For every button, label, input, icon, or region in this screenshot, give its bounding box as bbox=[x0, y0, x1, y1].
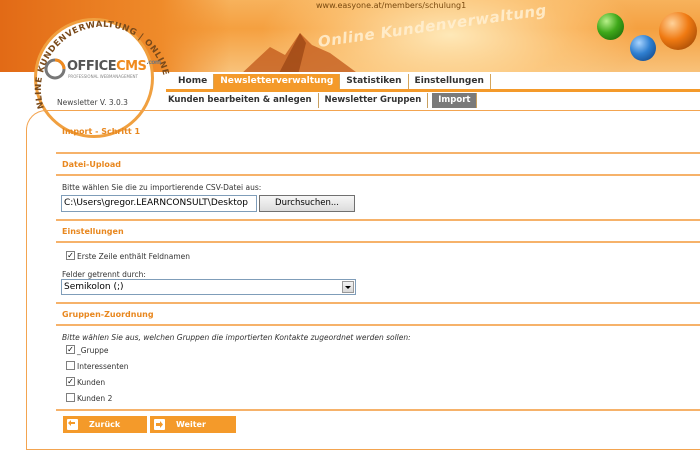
nav-einstellungen[interactable]: Einstellungen bbox=[409, 74, 491, 89]
section-title-groups: Gruppen-Zuordnung bbox=[62, 310, 154, 319]
green-ball-graphic bbox=[597, 13, 624, 40]
orange-ball-graphic bbox=[659, 12, 697, 50]
upload-prompt: Bitte wählen Sie die zu importierende CS… bbox=[62, 183, 262, 192]
group-label: Interessenten bbox=[77, 362, 129, 371]
page-title: Import - Schritt 1 bbox=[62, 127, 141, 136]
section-divider bbox=[56, 219, 700, 221]
logo-subtitle: PROFESSIONAL WEBMANAGEMENT bbox=[68, 74, 138, 79]
section-divider bbox=[56, 302, 700, 304]
separator-select-value: Semikolon (;) bbox=[64, 282, 124, 292]
group-checkbox[interactable]: ✓ bbox=[66, 345, 75, 354]
main-nav: Home Newsletterverwaltung Statistiken Ei… bbox=[172, 74, 491, 90]
next-button-label: Weiter bbox=[176, 420, 206, 429]
section-divider bbox=[56, 409, 700, 411]
section-divider bbox=[56, 152, 700, 154]
file-path-input[interactable]: C:\Users\gregor.LEARNCONSULT\Desktop bbox=[61, 195, 257, 212]
first-row-fieldnames-checkbox[interactable]: ✓ bbox=[66, 251, 75, 260]
section-divider bbox=[56, 174, 700, 176]
group-label: Kunden bbox=[77, 378, 106, 387]
back-button[interactable]: Zurück bbox=[63, 416, 147, 433]
groups-prompt: Bitte wählen Sie aus, welchen Gruppen di… bbox=[62, 333, 411, 342]
sub-nav: Kunden bearbeiten & anlegen Newsletter G… bbox=[162, 93, 478, 108]
back-arrow-icon bbox=[67, 419, 78, 430]
logo-office-text: OFFICE bbox=[67, 59, 117, 74]
site-url: www.easyone.at/members/schulung1 bbox=[316, 1, 467, 10]
blue-ball-graphic bbox=[630, 35, 656, 61]
version-label: Newsletter V. 3.0.3 bbox=[57, 98, 128, 107]
section-title-settings: Einstellungen bbox=[62, 227, 124, 236]
logo-mark-icon bbox=[44, 58, 66, 80]
first-row-fieldnames-label: Erste Zeile enthält Feldnamen bbox=[77, 252, 191, 261]
next-button[interactable]: Weiter bbox=[150, 416, 236, 433]
logo-wordmark: OFFICECMS.com bbox=[67, 59, 161, 74]
group-checkbox[interactable] bbox=[66, 393, 75, 402]
logo-com-text: .com bbox=[146, 59, 161, 66]
group-checkbox[interactable] bbox=[66, 361, 75, 370]
logo[interactable]: OFFICECMS.com PROFESSIONAL WEBMANAGEMENT bbox=[44, 56, 161, 82]
group-label: _Gruppe bbox=[77, 346, 109, 355]
section-divider bbox=[56, 241, 700, 243]
subnav-newsletter-gruppen[interactable]: Newsletter Gruppen bbox=[319, 93, 429, 108]
browse-button[interactable]: Durchsuchen... bbox=[259, 195, 355, 212]
forward-arrow-icon bbox=[154, 419, 165, 430]
nav-underline bbox=[166, 89, 700, 92]
nav-newsletterverwaltung[interactable]: Newsletterverwaltung bbox=[214, 74, 341, 89]
back-button-label: Zurück bbox=[89, 420, 121, 429]
nav-home[interactable]: Home bbox=[172, 74, 215, 89]
logo-cms-text: CMS bbox=[116, 59, 147, 74]
separator-label: Felder getrennt durch: bbox=[62, 270, 146, 279]
section-divider bbox=[56, 324, 700, 326]
subnav-import[interactable]: Import bbox=[432, 93, 478, 108]
content-frame-bottom bbox=[26, 449, 700, 450]
section-title-upload: Datei-Upload bbox=[62, 160, 121, 169]
chevron-down-icon[interactable] bbox=[342, 281, 354, 293]
group-label: Kunden 2 bbox=[77, 394, 113, 403]
group-checkbox[interactable]: ✓ bbox=[66, 377, 75, 386]
separator-select[interactable]: Semikolon (;) bbox=[61, 279, 356, 295]
subnav-kunden[interactable]: Kunden bearbeiten & anlegen bbox=[162, 93, 319, 108]
nav-statistiken[interactable]: Statistiken bbox=[340, 74, 409, 89]
